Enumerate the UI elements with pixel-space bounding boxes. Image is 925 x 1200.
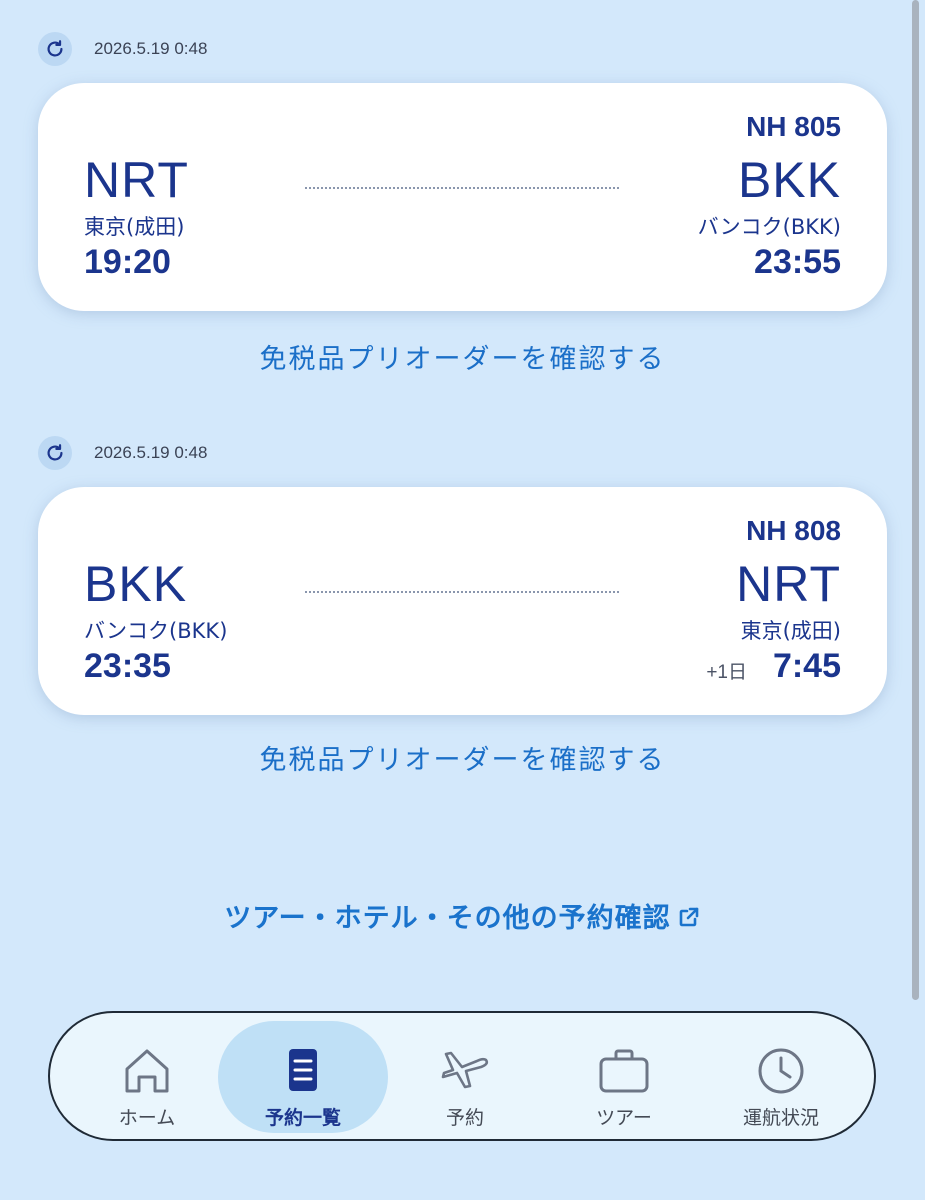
- tab-reservations[interactable]: 予約一覧: [218, 1021, 388, 1133]
- flight-number: NH 808: [746, 515, 841, 546]
- duty-free-link-2[interactable]: 免税品プリオーダーを確認する: [0, 738, 925, 777]
- clock-icon: [758, 1048, 804, 1094]
- arrival-time: 7:45: [772, 647, 841, 685]
- tab-label: 予約一覧: [264, 1107, 341, 1129]
- bottom-tab-bar: ホーム 予約一覧 予約 ツアー 運航状況: [48, 1011, 876, 1141]
- update-timestamp: 2026.5.19 0:48: [94, 443, 208, 462]
- tab-label: ツアー: [596, 1107, 652, 1129]
- destination-code: NRT: [736, 556, 841, 612]
- origin-city: バンコク(BKK): [84, 619, 228, 643]
- departure-time: 19:20: [84, 243, 171, 281]
- refresh-button[interactable]: [38, 436, 72, 470]
- tab-home[interactable]: ホーム: [62, 1013, 232, 1139]
- flight-1-refresh-row: 2026.5.19 0:48: [38, 32, 207, 66]
- refresh-icon: [47, 40, 63, 57]
- next-day-badge: +1日: [706, 662, 747, 683]
- origin-code: NRT: [84, 152, 189, 208]
- update-timestamp: 2026.5.19 0:48: [94, 39, 208, 58]
- departure-time: 23:35: [84, 647, 171, 685]
- flight-number: NH 805: [746, 111, 841, 142]
- tour-link-label: ツアー・ホテル・その他の予約確認: [224, 903, 671, 934]
- refresh-button[interactable]: [38, 32, 72, 66]
- flight-card-2[interactable]: NH 808 BKK NRT バンコク(BKK) 東京(成田) 23:35 +1…: [38, 487, 887, 715]
- tab-flight-status[interactable]: 運航状況: [696, 1013, 866, 1139]
- flight-2-refresh-row: 2026.5.19 0:48: [38, 436, 207, 470]
- list-icon: [289, 1049, 317, 1091]
- origin-city: 東京(成田): [84, 215, 185, 239]
- origin-code: BKK: [84, 556, 188, 612]
- tab-tour[interactable]: ツアー: [539, 1013, 709, 1139]
- destination-city: 東京(成田): [740, 619, 841, 643]
- arrival-time: 23:55: [754, 243, 841, 281]
- duty-free-link-1[interactable]: 免税品プリオーダーを確認する: [0, 337, 925, 376]
- tab-label: 予約: [445, 1107, 484, 1129]
- external-link-icon: [679, 907, 698, 927]
- tour-hotel-booking-link[interactable]: ツアー・ホテル・その他の予約確認: [0, 896, 925, 935]
- destination-code: BKK: [737, 152, 841, 208]
- tab-label: ホーム: [118, 1107, 176, 1129]
- route-divider: [305, 591, 619, 593]
- scrollbar[interactable]: [912, 0, 919, 1000]
- tab-book[interactable]: 予約: [380, 1013, 550, 1139]
- flight-card-1[interactable]: NH 805 NRT BKK 東京(成田) バンコク(BKK) 19:20 23…: [38, 83, 887, 311]
- route-divider: [305, 187, 619, 189]
- airplane-icon: [441, 1051, 489, 1089]
- refresh-icon: [47, 444, 63, 461]
- home-icon: [125, 1049, 169, 1093]
- tab-label: 運航状況: [742, 1107, 819, 1129]
- suitcase-icon: [599, 1049, 649, 1093]
- destination-city: バンコク(BKK): [697, 215, 841, 239]
